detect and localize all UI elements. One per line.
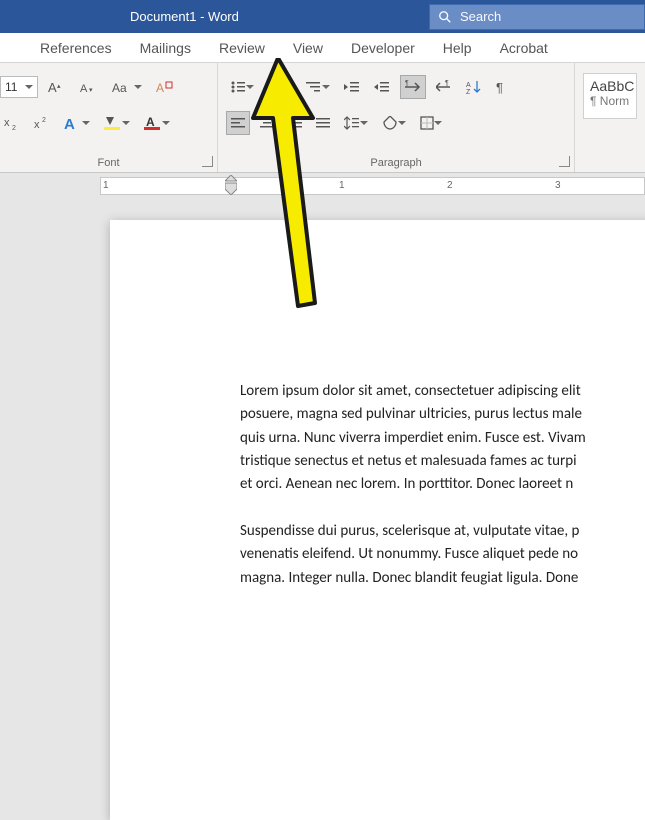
shrink-font-button[interactable]: A▾ [76, 75, 102, 99]
svg-text:▴: ▴ [57, 83, 61, 90]
styles-group: AaBbC ¶ Norm [575, 63, 645, 172]
chevron-down-icon [122, 111, 130, 135]
paragraph-2: Suspendisse dui purus, scelerisque at, v… [240, 520, 645, 590]
chevron-down-icon [82, 111, 90, 135]
chevron-down-icon [25, 77, 33, 97]
align-right-button[interactable] [284, 111, 306, 135]
document-area: Lorem ipsum dolor sit amet, consectetuer… [0, 200, 645, 584]
shading-button[interactable] [378, 111, 410, 135]
multilevel-list-button[interactable] [302, 75, 334, 99]
show-hide-marks-button[interactable]: ¶ [492, 75, 514, 99]
tab-references[interactable]: References [0, 33, 126, 62]
clear-formatting-button[interactable]: A [152, 75, 178, 99]
ruler-zone: 1 1 2 3 [0, 173, 645, 201]
borders-button[interactable] [416, 111, 446, 135]
search-placeholder: Search [460, 9, 501, 24]
svg-text:A: A [146, 115, 155, 129]
search-icon [430, 10, 460, 24]
ltr-direction-button[interactable]: ¶ [400, 75, 426, 99]
numbering-button[interactable]: 123 [264, 75, 296, 99]
tab-acrobat[interactable]: Acrobat [486, 33, 562, 62]
svg-text:¶: ¶ [405, 80, 409, 87]
font-group-label: Font [0, 157, 217, 169]
paragraph-group: 123 ¶ ¶ AZ ¶ Paragraph [218, 63, 575, 172]
svg-text:▾: ▾ [89, 87, 93, 94]
svg-text:2: 2 [12, 125, 16, 131]
font-launcher[interactable] [202, 156, 213, 167]
svg-text:A: A [48, 80, 57, 95]
chevron-down-icon [134, 75, 142, 99]
svg-text:A: A [80, 83, 88, 95]
svg-text:¶: ¶ [496, 80, 503, 94]
title-bar: Document1 - Word Search [0, 0, 645, 33]
font-color-button[interactable]: A [140, 111, 174, 135]
bullets-button[interactable] [226, 75, 258, 99]
svg-text:A: A [156, 81, 164, 95]
ribbon-tabs: References Mailings Review View Develope… [0, 33, 645, 63]
tab-view[interactable]: View [279, 33, 337, 62]
svg-text:Z: Z [466, 89, 471, 94]
chevron-down-icon [284, 75, 292, 99]
search-box[interactable]: Search [429, 4, 645, 30]
document-page[interactable]: Lorem ipsum dolor sit amet, consectetuer… [110, 220, 645, 820]
align-center-button[interactable] [256, 111, 278, 135]
svg-text:A: A [64, 116, 75, 131]
tab-help[interactable]: Help [429, 33, 486, 62]
horizontal-ruler[interactable]: 1 1 2 3 [100, 177, 645, 195]
change-case-button[interactable]: Aa [108, 75, 146, 99]
chevron-down-icon [322, 75, 330, 99]
style-normal-button[interactable]: AaBbC ¶ Norm [583, 73, 637, 119]
chevron-down-icon [360, 111, 368, 135]
tab-developer[interactable]: Developer [337, 33, 429, 62]
increase-indent-button[interactable] [370, 75, 394, 99]
subscript-button[interactable]: x2 [0, 111, 24, 135]
align-left-button[interactable] [226, 111, 250, 135]
paragraph-1: Lorem ipsum dolor sit amet, consectetuer… [240, 380, 645, 496]
svg-text:2: 2 [42, 117, 46, 124]
decrease-indent-button[interactable] [340, 75, 364, 99]
tab-mailings[interactable]: Mailings [126, 33, 205, 62]
text-effects-button[interactable]: A [60, 111, 94, 135]
font-group: 11 A▴ A▾ Aa A x2 x2 A A Font [0, 63, 218, 172]
paragraph-launcher[interactable] [559, 156, 570, 167]
sort-button[interactable]: AZ [462, 75, 486, 99]
rtl-direction-button[interactable]: ¶ [432, 75, 456, 99]
svg-text:A: A [466, 82, 471, 89]
highlight-button[interactable] [100, 111, 134, 135]
ribbon-body: 11 A▴ A▾ Aa A x2 x2 A A Font 123 ¶ ¶ AZ … [0, 63, 645, 173]
svg-text:¶: ¶ [445, 80, 449, 87]
svg-text:Aa: Aa [112, 81, 127, 95]
superscript-button[interactable]: x2 [30, 111, 54, 135]
grow-font-button[interactable]: A▴ [44, 75, 70, 99]
line-spacing-button[interactable] [340, 111, 372, 135]
paragraph-group-label: Paragraph [218, 157, 574, 169]
chevron-down-icon [246, 75, 254, 99]
tab-review[interactable]: Review [205, 33, 279, 62]
document-title: Document1 - Word [130, 9, 239, 24]
chevron-down-icon [434, 111, 442, 135]
svg-text:x: x [34, 119, 40, 131]
chevron-down-icon [162, 111, 170, 135]
chevron-down-icon [398, 111, 406, 135]
indent-marker[interactable] [225, 175, 237, 185]
svg-text:3: 3 [268, 89, 271, 94]
font-size-input[interactable]: 11 [0, 76, 38, 98]
svg-text:x: x [4, 117, 10, 129]
justify-button[interactable] [312, 111, 334, 135]
